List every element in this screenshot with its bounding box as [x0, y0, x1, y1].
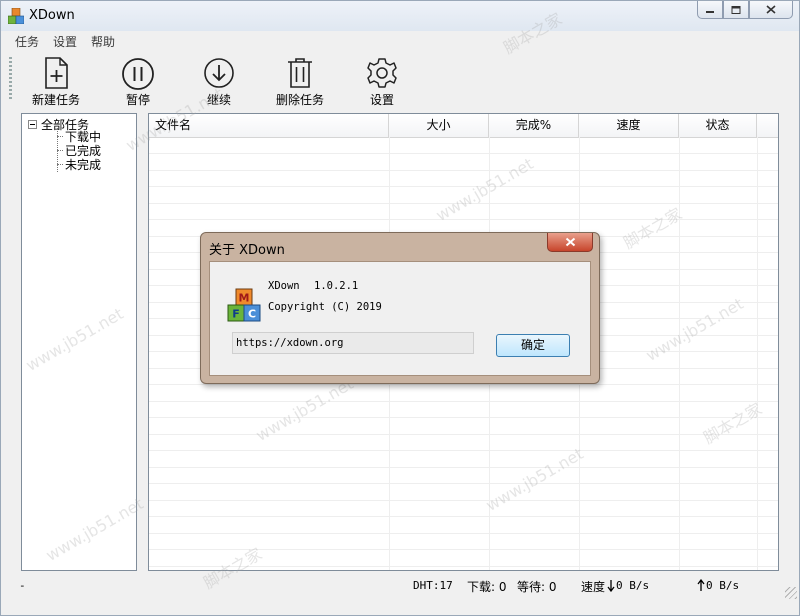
logo-letter-m: M: [239, 292, 250, 305]
grid-row-line: [149, 450, 778, 451]
new-task-button[interactable]: 新建任务: [21, 55, 91, 107]
ok-button[interactable]: 确定: [496, 334, 570, 357]
resume-label: 继续: [206, 93, 231, 107]
status-waiting-count: 等待: 0: [517, 580, 557, 594]
grid-column-line: [679, 137, 680, 570]
logo-letter-c: C: [248, 308, 256, 321]
status-upload-speed: 0 B/s: [706, 579, 740, 592]
about-dialog-close-button[interactable]: [547, 233, 593, 252]
grid-row-line: [149, 532, 778, 534]
about-url-field[interactable]: https://xdown.org: [232, 332, 474, 354]
close-icon: [766, 5, 776, 14]
arrow-down-icon: [607, 580, 615, 592]
arrow-up-icon: [697, 579, 705, 591]
grid-row-line: [149, 186, 778, 187]
status-download-count: 下载: 0: [467, 580, 507, 594]
about-dialog-title: 关于 XDown: [209, 243, 285, 258]
about-app-name: XDown: [268, 280, 300, 292]
column-status[interactable]: 状态: [679, 114, 757, 137]
grid-row-line: [149, 417, 778, 418]
pause-icon: [122, 58, 154, 90]
maximize-icon: [731, 5, 741, 14]
status-download-speed: 0 B/s: [616, 579, 650, 592]
tree-branch-line: [57, 164, 63, 165]
grid-row-line: [149, 169, 778, 171]
column-progress[interactable]: 完成%: [489, 114, 579, 137]
delete-task-button[interactable]: 删除任务: [265, 55, 335, 107]
tree-item-label: 未完成: [65, 158, 102, 172]
minimize-icon: [706, 10, 714, 13]
about-copyright: Copyright (C) 2019: [268, 301, 382, 313]
about-dialog: 关于 XDown M F C XDown 1.0.2.1 Copyright (…: [200, 232, 600, 384]
task-list-header: 文件名 大小 完成% 速度 状态: [149, 114, 778, 138]
grid-row-line: [149, 384, 778, 385]
status-dht: DHT:17: [413, 579, 453, 592]
download-arrow-icon: [204, 58, 234, 88]
toolbar-grip[interactable]: [9, 57, 12, 101]
grid-row-line: [149, 516, 778, 517]
menu-settings[interactable]: 设置: [53, 33, 77, 50]
menu-task[interactable]: 任务: [15, 33, 39, 50]
grid-row-line: [149, 433, 778, 435]
tree-branch-line: [57, 150, 63, 151]
gear-icon: [367, 58, 397, 88]
grid-row-line: [149, 483, 778, 484]
pause-label: 暂停: [125, 93, 150, 107]
grid-row-line: [149, 153, 778, 154]
window-title: XDown: [29, 8, 75, 23]
minimize-button[interactable]: [697, 1, 723, 19]
grid-row-line: [149, 499, 778, 501]
grid-row-line: [149, 219, 778, 220]
column-filename[interactable]: 文件名: [149, 114, 389, 137]
status-speed-label: 速度: [581, 580, 606, 594]
close-button[interactable]: [749, 1, 793, 19]
about-version: 1.0.2.1: [314, 280, 359, 292]
pause-button[interactable]: 暂停: [103, 55, 173, 107]
xdown-app-icon: [8, 8, 24, 24]
maximize-button[interactable]: [723, 1, 749, 19]
collapse-icon[interactable]: [28, 120, 37, 129]
about-dialog-body: M F C XDown 1.0.2.1 Copyright (C) 2019 h…: [209, 261, 591, 376]
tree-branch-line: [57, 136, 63, 137]
close-icon: [565, 237, 575, 247]
grid-column-line: [757, 137, 758, 570]
menu-help[interactable]: 帮助: [91, 33, 115, 50]
delete-task-label: 删除任务: [275, 93, 324, 107]
menu-bar: 任务 设置 帮助: [1, 31, 799, 51]
about-url: https://xdown.org: [236, 337, 344, 349]
status-left: -: [19, 579, 26, 592]
title-bar[interactable]: XDown: [1, 1, 799, 31]
grid-row-line: [149, 400, 778, 402]
settings-label: 设置: [369, 93, 394, 107]
settings-button[interactable]: 设置: [347, 55, 417, 107]
column-speed[interactable]: 速度: [579, 114, 679, 137]
grid-row-line: [149, 565, 778, 567]
new-file-icon: [45, 57, 68, 89]
window-controls: [697, 1, 793, 19]
resume-button[interactable]: 继续: [184, 55, 254, 107]
grid-row-line: [149, 549, 778, 550]
trash-icon: [288, 58, 312, 88]
logo-letter-f: F: [232, 308, 240, 321]
xdown-logo-icon: M F C: [227, 288, 261, 322]
tree-item-incomplete[interactable]: 未完成: [57, 156, 101, 173]
grid-row-line: [149, 466, 778, 468]
task-tree: 全部任务 下载中 已完成 未完成: [21, 113, 137, 571]
resize-grip[interactable]: [785, 587, 797, 599]
new-task-label: 新建任务: [31, 93, 80, 107]
status-bar: - DHT:17 下载: 0 等待: 0 速度 0 B/s 0 B/s: [1, 573, 799, 599]
column-size[interactable]: 大小: [389, 114, 489, 137]
grid-row-line: [149, 202, 778, 204]
toolbar: 新建任务 暂停 继续 删除任务 设置: [1, 51, 799, 107]
